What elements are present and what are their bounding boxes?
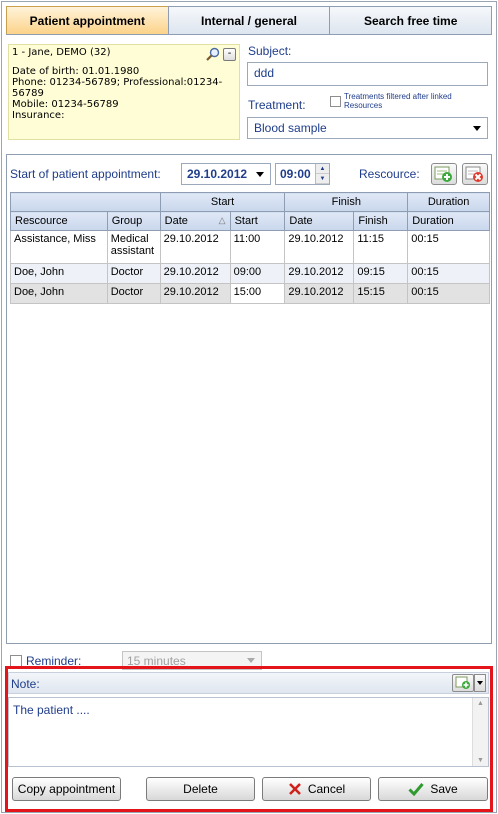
resources-panel: Start of patient appointment: 29.10.2012… <box>6 154 492 644</box>
spin-up-icon[interactable]: ▲ <box>316 164 329 174</box>
save-label: Save <box>430 782 458 796</box>
column-header-rescource[interactable]: Rescource <box>10 211 108 231</box>
group-header-blank <box>10 192 161 212</box>
cell-duration[interactable]: 00:15 <box>407 230 490 264</box>
start-date-value: 29.10.2012 <box>187 167 248 181</box>
treatment-label: Treatment: <box>248 98 306 112</box>
cell-finish-date[interactable]: 29.10.2012 <box>284 283 355 304</box>
start-time-value: 09:00 <box>280 167 311 181</box>
scroll-up-icon[interactable]: ▲ <box>473 700 488 707</box>
rescource-label: Rescource: <box>359 167 420 181</box>
subject-label: Subject: <box>248 44 292 58</box>
column-header-finish[interactable]: Finish <box>353 211 409 231</box>
cell-duration[interactable]: 00:15 <box>407 263 490 284</box>
group-header-start: Start <box>159 192 286 212</box>
search-patient-icon[interactable] <box>206 47 220 61</box>
delete-label: Delete <box>183 782 218 796</box>
patient-mobile: Mobile: 01234-56789 <box>12 99 119 110</box>
treatment-select[interactable]: Blood sample <box>247 117 488 139</box>
table-row[interactable]: Assistance, Miss Medical assistant 29.10… <box>10 230 490 264</box>
patient-insurance: Insurance: <box>12 110 65 121</box>
cell-finish[interactable]: 11:15 <box>353 230 409 264</box>
treatment-filter-label: Treatments filtered after linked Resourc… <box>344 92 452 110</box>
add-note-button[interactable] <box>452 674 474 692</box>
delete-button[interactable]: Delete <box>146 777 255 801</box>
note-toolbar: Note: <box>8 672 489 694</box>
group-header-duration: Duration <box>407 192 490 212</box>
cancel-button[interactable]: Cancel <box>262 777 371 801</box>
cell-start-date[interactable]: 29.10.2012 <box>159 263 231 284</box>
tab-panel-border <box>6 34 492 35</box>
copy-appointment-button[interactable]: Copy appointment <box>12 777 121 801</box>
table-header-row: Rescource Group Date △ Start Date Finish … <box>10 211 490 231</box>
note-text: The patient .... <box>13 703 90 717</box>
cell-rescource[interactable]: Assistance, Miss <box>10 230 108 264</box>
patient-dob: Date of birth: 01.01.1980 <box>12 66 140 77</box>
cell-duration[interactable]: 00:15 <box>407 283 490 304</box>
column-header-group[interactable]: Group <box>106 211 161 231</box>
column-header-duration[interactable]: Duration <box>407 211 490 231</box>
note-label: Note: <box>11 677 40 691</box>
cell-rescource[interactable]: Doe, John <box>10 283 108 304</box>
close-icon <box>288 783 301 795</box>
tab-bar: Patient appointment Internal / general S… <box>6 6 493 34</box>
remove-patient-button[interactable]: - <box>223 47 236 61</box>
patient-name: 1 - Jane, DEMO (32) <box>12 47 111 58</box>
start-time-spinner[interactable]: 09:00 ▲ ▼ <box>275 163 330 185</box>
save-button[interactable]: Save <box>378 777 488 801</box>
cell-finish[interactable]: 15:15 <box>353 283 409 304</box>
note-textarea[interactable]: The patient .... ▲ ▼ <box>8 697 489 767</box>
patient-actions: - <box>206 47 236 61</box>
add-icon <box>455 676 470 689</box>
treatment-filter-checkbox[interactable] <box>330 96 341 107</box>
tab-patient-appointment[interactable]: Patient appointment <box>6 6 169 34</box>
start-appointment-label: Start of patient appointment: <box>10 167 161 181</box>
group-header-finish: Finish <box>284 192 409 212</box>
rescource-table: Start Finish Duration Rescource Group Da… <box>10 192 490 304</box>
cell-finish-date[interactable]: 29.10.2012 <box>284 263 355 284</box>
cell-group[interactable]: Doctor <box>106 263 161 284</box>
cell-finish[interactable]: 09:15 <box>353 263 409 284</box>
start-date-picker[interactable]: 29.10.2012 <box>181 163 271 185</box>
column-header-start-date-label: Date <box>164 215 188 227</box>
table-row[interactable]: Doe, John Doctor 29.10.2012 09:00 29.10.… <box>10 263 490 284</box>
patient-info-panel: 1 - Jane, DEMO (32) Date of birth: 01.01… <box>8 44 240 140</box>
sort-ascending-icon: △ <box>218 215 226 225</box>
chevron-down-icon <box>477 681 483 685</box>
tab-internal-general[interactable]: Internal / general <box>167 6 331 34</box>
cell-finish-date[interactable]: 29.10.2012 <box>284 230 355 264</box>
cell-rescource[interactable]: Doe, John <box>10 263 108 284</box>
subject-input[interactable]: ddd <box>247 62 488 86</box>
chevron-down-icon <box>473 126 481 131</box>
spin-down-icon[interactable]: ▼ <box>316 174 329 184</box>
cell-group[interactable]: Medical assistant <box>106 230 161 264</box>
table-group-header-row: Start Finish Duration <box>10 192 490 212</box>
cell-start-date[interactable]: 29.10.2012 <box>159 283 231 304</box>
add-icon <box>434 166 452 182</box>
column-header-start[interactable]: Start <box>229 211 286 231</box>
column-header-start-date[interactable]: Date △ <box>159 211 231 231</box>
scroll-down-icon[interactable]: ▼ <box>473 757 488 764</box>
note-scrollbar[interactable]: ▲ ▼ <box>472 698 488 766</box>
checkmark-icon <box>408 783 424 796</box>
copy-appointment-label: Copy appointment <box>17 782 116 796</box>
cell-start[interactable]: 11:00 <box>229 230 286 264</box>
patient-phone: Phone: 01234-56789; Professional:01234-5… <box>12 77 223 99</box>
remove-rescource-button[interactable] <box>462 163 488 185</box>
column-header-finish-date[interactable]: Date <box>284 211 355 231</box>
cancel-label: Cancel <box>307 782 346 796</box>
cell-start[interactable]: 15:00 <box>229 283 286 304</box>
cell-start-date[interactable]: 29.10.2012 <box>159 230 231 264</box>
chevron-down-icon <box>247 658 255 663</box>
treatment-selected-value: Blood sample <box>254 121 327 135</box>
time-spin-buttons[interactable]: ▲ ▼ <box>315 164 329 184</box>
table-row[interactable]: Doe, John Doctor 29.10.2012 15:00 29.10.… <box>10 283 490 304</box>
cell-group[interactable]: Doctor <box>106 283 161 304</box>
delete-icon <box>465 166 483 182</box>
add-rescource-button[interactable] <box>431 163 457 185</box>
tab-search-free-time[interactable]: Search free time <box>329 6 493 34</box>
cell-start[interactable]: 09:00 <box>229 263 286 284</box>
note-menu-button[interactable] <box>474 674 486 692</box>
chevron-down-icon <box>256 172 264 177</box>
